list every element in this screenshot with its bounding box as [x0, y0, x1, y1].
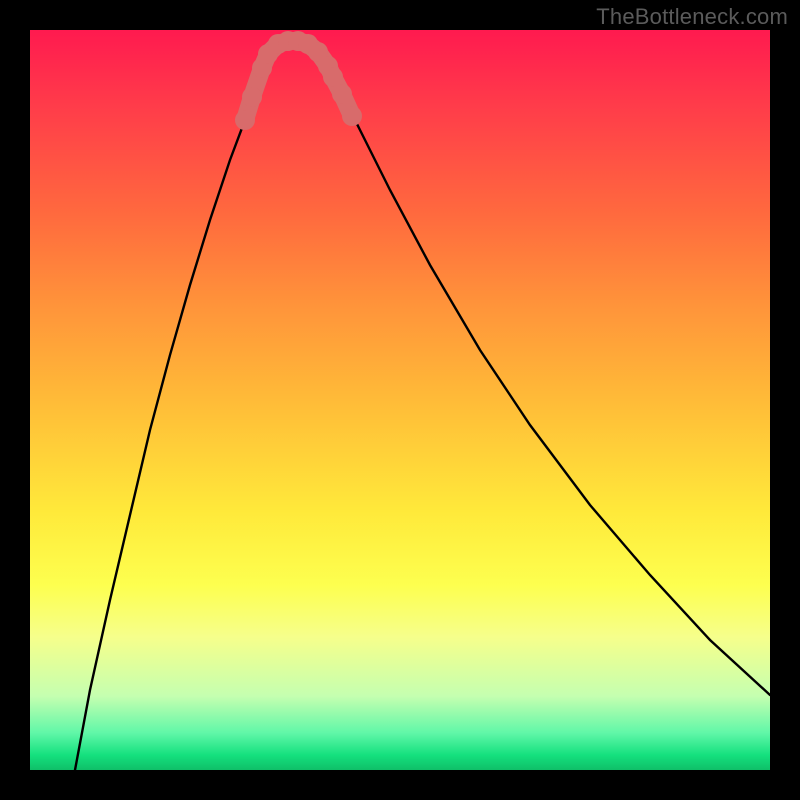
marker-bead	[332, 84, 352, 104]
chart-plot-area	[30, 30, 770, 770]
chart-frame: TheBottleneck.com	[0, 0, 800, 800]
marker-bead	[342, 106, 362, 126]
marker-bead	[242, 87, 262, 107]
watermark-text: TheBottleneck.com	[596, 4, 788, 30]
chart-svg	[30, 30, 770, 770]
bottleneck-curve	[75, 40, 770, 770]
marker-bead	[235, 110, 255, 130]
marker-bead	[323, 67, 343, 87]
marker-layer	[235, 31, 362, 130]
curve-layer	[75, 40, 770, 770]
